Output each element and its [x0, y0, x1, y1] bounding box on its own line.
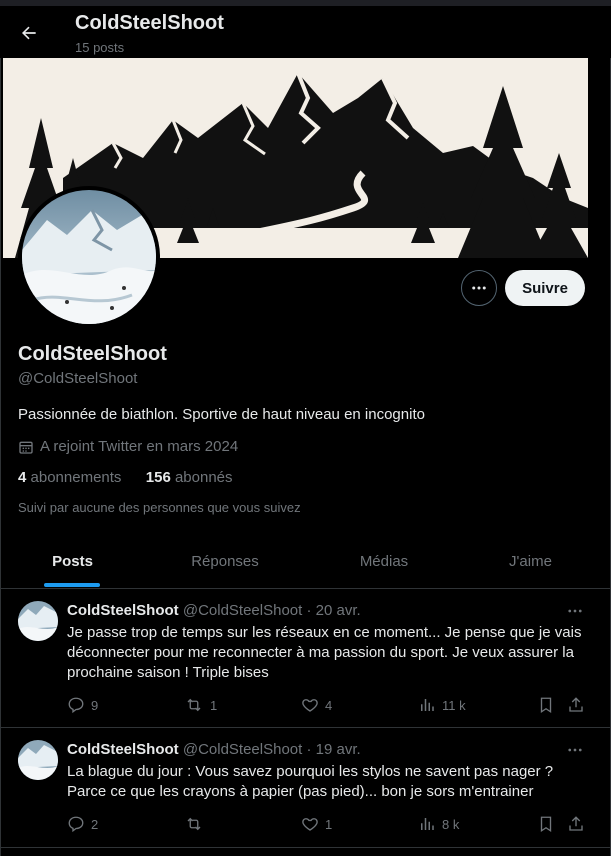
followers-link[interactable]: 156 abonnés: [146, 469, 233, 486]
reply-button[interactable]: 9: [67, 695, 98, 715]
snowy-mountain-avatar-image: [22, 190, 156, 324]
tweet-date[interactable]: · 19 avr.: [306, 741, 360, 758]
tab-likes[interactable]: J'aime: [463, 533, 598, 589]
retweet-icon: [187, 698, 201, 712]
profile-handle: @ColdSteelShoot: [18, 370, 138, 387]
bookmark-button[interactable]: [537, 814, 555, 834]
profile-tabs: Posts Réponses Médias J'aime: [0, 533, 611, 589]
followers-count: 156: [145, 469, 171, 486]
reply-icon: [68, 697, 84, 714]
tweet-text: La blague du jour : Vous savez pourquoi …: [67, 763, 554, 800]
heart-icon: [302, 699, 318, 712]
snowy-mountain-avatar-image: [18, 740, 58, 780]
calendar-icon: [19, 441, 33, 454]
profile-bio: Passionnée de biathlon. Sportive de haut…: [18, 406, 425, 423]
retweet-icon: [187, 817, 201, 831]
following-label: abonnements: [30, 469, 122, 486]
tweet[interactable]: ColdSteelShoot @ColdSteelShoot · 19 avr.…: [0, 728, 611, 848]
share-button[interactable]: [567, 814, 585, 834]
profile-avatar[interactable]: [18, 186, 160, 328]
tweet-author-name[interactable]: ColdSteelShoot: [67, 602, 179, 619]
tweet-more-button[interactable]: [565, 603, 585, 619]
reply-count: 9: [91, 697, 99, 713]
profile-joined: A rejoint Twitter en mars 2024: [18, 438, 238, 455]
tweet-header: ColdSteelShoot @ColdSteelShoot · 20 avr.: [67, 602, 361, 619]
share-button[interactable]: [567, 695, 585, 715]
tweet-author-handle[interactable]: @ColdSteelShoot: [183, 602, 302, 619]
views-chart-icon: [421, 699, 434, 711]
window-strip: [0, 0, 611, 6]
tweet-actions: 2 1 8 k: [67, 814, 587, 834]
back-button[interactable]: [14, 18, 44, 48]
share-icon: [569, 816, 583, 831]
reply-button[interactable]: 2: [67, 814, 98, 834]
tweet-actions: 9 1 4 11 k: [67, 695, 587, 715]
heart-icon: [302, 818, 318, 831]
like-button[interactable]: 1: [301, 814, 332, 834]
more-horizontal-icon: [472, 286, 486, 290]
tweet-more-button[interactable]: [565, 742, 585, 758]
followers-label: abonnés: [174, 469, 233, 486]
tweet-author-handle[interactable]: @ColdSteelShoot: [183, 741, 302, 758]
like-count: 1: [325, 816, 333, 832]
following-count: 4: [18, 469, 27, 486]
tab-posts[interactable]: Posts: [0, 533, 145, 589]
profile-display-name: ColdSteelShoot: [18, 343, 167, 365]
like-count: 4: [325, 697, 333, 713]
views-button[interactable]: 8 k: [418, 814, 459, 834]
retweet-button[interactable]: [184, 814, 210, 834]
tweet[interactable]: ColdSteelShoot @ColdSteelShoot · 20 avr.…: [0, 589, 611, 728]
followed-by-text: Suivi par aucune des personnes que vous …: [18, 500, 301, 515]
tweet-author-name[interactable]: ColdSteelShoot: [67, 741, 179, 758]
more-horizontal-icon: [568, 609, 582, 613]
bookmark-icon: [540, 816, 552, 833]
bookmark-button[interactable]: [537, 695, 555, 715]
bookmark-icon: [540, 697, 552, 714]
views-chart-icon: [421, 818, 434, 830]
reply-icon: [68, 816, 84, 833]
tab-replies[interactable]: Réponses: [145, 533, 305, 589]
follow-button[interactable]: Suivre: [505, 270, 585, 306]
top-bar: ColdSteelShoot 15 posts: [0, 0, 611, 58]
tweet-header: ColdSteelShoot @ColdSteelShoot · 19 avr.: [67, 741, 361, 758]
tweet-date[interactable]: · 20 avr.: [306, 602, 360, 619]
posts-count: 15 posts: [75, 40, 125, 55]
tweet-avatar[interactable]: [18, 740, 58, 780]
views-count: 11 k: [442, 697, 466, 713]
views-button[interactable]: 11 k: [418, 695, 466, 715]
retweet-button[interactable]: 1: [184, 695, 217, 715]
joined-text: A rejoint Twitter en mars 2024: [40, 438, 239, 455]
snowy-mountain-avatar-image: [18, 601, 58, 641]
more-horizontal-icon: [568, 748, 582, 752]
share-icon: [569, 697, 583, 712]
tweet-text: Je passe trop de temps sur les réseaux e…: [67, 624, 582, 681]
views-count: 8 k: [442, 816, 460, 832]
retweet-count: 1: [210, 697, 218, 713]
like-button[interactable]: 4: [301, 695, 332, 715]
active-tab-indicator: [44, 583, 100, 587]
tab-media[interactable]: Médias: [305, 533, 463, 589]
following-link[interactable]: 4 abonnements: [18, 469, 121, 486]
more-options-button[interactable]: [461, 270, 497, 306]
profile-stats: 4 abonnements 156 abonnés: [18, 469, 233, 486]
reply-count: 2: [91, 816, 99, 832]
page-title: ColdSteelShoot: [75, 12, 224, 34]
tweet-avatar[interactable]: [18, 601, 58, 641]
arrow-left-icon: [22, 26, 36, 40]
